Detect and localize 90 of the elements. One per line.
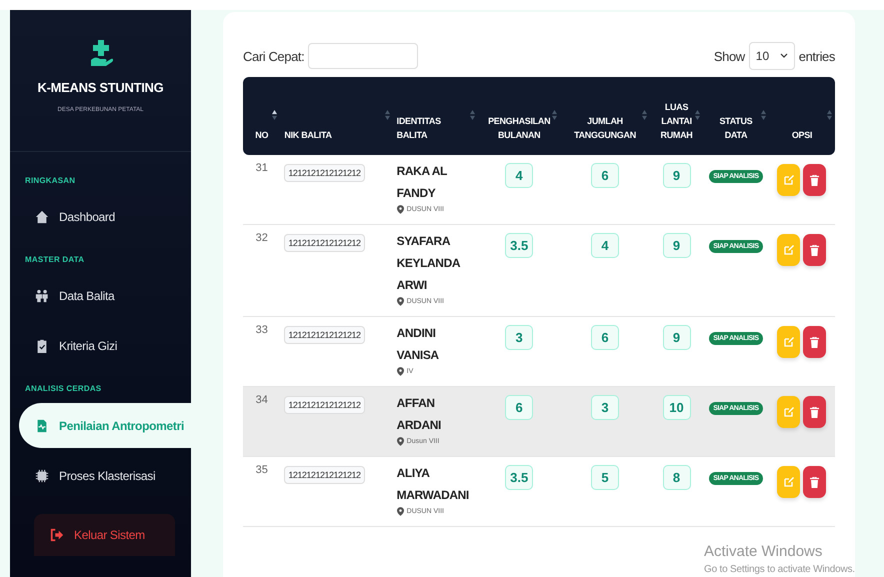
chip-icon: [35, 469, 49, 483]
trash-icon: [810, 336, 820, 348]
delete-button[interactable]: [803, 234, 826, 266]
value-badge: 9: [662, 233, 691, 258]
value-badge: 6: [591, 163, 619, 188]
row-number: 32: [254, 232, 269, 244]
edit-icon: [784, 477, 794, 487]
sort-icon: [760, 110, 766, 120]
trash-icon: [810, 244, 820, 256]
delete-button[interactable]: [803, 164, 826, 196]
location-pin-icon: [396, 367, 404, 376]
search-field[interactable]: [308, 43, 418, 69]
nik-badge: 1212121212121212: [284, 466, 364, 484]
sort-icon: [470, 110, 476, 120]
home-icon: [35, 210, 49, 224]
column-header[interactable]: JUMLAH TANGGUNGAN: [560, 77, 650, 155]
value-badge: 3.5: [505, 233, 534, 258]
app-title: K-MEANS STUNTING: [38, 80, 164, 95]
hand-cross-icon: [88, 40, 112, 68]
value-badge: 3.5: [505, 465, 534, 490]
edit-icon: [784, 245, 794, 255]
nik-badge: 1212121212121212: [284, 164, 364, 182]
nik-badge: 1212121212121212: [284, 234, 364, 252]
section-heading: RINGKASAN: [24, 176, 76, 185]
column-header[interactable]: PENGHASILAN BULANAN: [478, 77, 560, 155]
value-badge: 8: [662, 465, 691, 490]
value-badge: 3: [591, 395, 619, 420]
edit-icon: [784, 407, 794, 417]
people-icon: [35, 289, 49, 303]
column-header[interactable]: STATUS DATA: [702, 77, 769, 155]
location-pin-icon: [396, 297, 404, 306]
show-label: Show: [714, 48, 745, 64]
entries-select[interactable]: 10: [748, 42, 795, 70]
column-header[interactable]: NIK BALITA: [280, 77, 393, 155]
nav-item[interactable]: Data Balita: [10, 284, 191, 308]
sort-icon: [642, 110, 648, 120]
trash-icon: [810, 406, 820, 418]
activation-notice-title: Activate Windows: [704, 543, 824, 560]
edit-icon: [784, 337, 794, 347]
row-number: 34: [254, 394, 269, 406]
column-header[interactable]: IDENTITAS BALITA: [392, 77, 478, 155]
chevron-down-icon: [780, 53, 788, 59]
nav-item[interactable]: Dashboard: [10, 205, 191, 229]
column-header[interactable]: OPSI: [768, 77, 835, 155]
sort-icon: [552, 110, 557, 120]
entries-label: entries: [798, 48, 835, 64]
delete-button[interactable]: [803, 326, 826, 358]
logout-button[interactable]: Keluar Sistem: [34, 514, 175, 556]
delete-button[interactable]: [803, 466, 826, 498]
nav-item[interactable]: Kriteria Gizi: [10, 334, 191, 358]
location-pin-icon: [396, 507, 404, 516]
section-heading: MASTER DATA: [24, 255, 86, 264]
sort-icon: [827, 110, 832, 120]
file-icon: [35, 418, 49, 432]
value-badge: 6: [591, 325, 619, 350]
child-name: RAKA AL FANDY: [396, 163, 448, 202]
logout-icon: [50, 528, 64, 542]
sort-icon: [384, 110, 390, 120]
column-header[interactable]: LUAS LANTAI RUMAH: [650, 77, 703, 155]
column-header[interactable]: NO: [243, 77, 280, 155]
nav-item[interactable]: Proses Klasterisasi: [10, 464, 191, 488]
trash-icon: [810, 174, 820, 186]
sort-icon: [272, 110, 278, 120]
edit-icon: [784, 175, 794, 185]
value-badge: 3: [505, 325, 534, 350]
value-badge: 4: [505, 163, 534, 188]
sort-icon: [694, 110, 700, 120]
child-name: ANDINI VANISA: [396, 325, 440, 364]
value-badge: 9: [662, 163, 691, 188]
value-badge: 9: [662, 325, 691, 350]
nik-badge: 1212121212121212: [284, 326, 364, 344]
search-label: Cari Cepat:: [243, 48, 304, 64]
value-badge: 4: [591, 233, 619, 258]
section-heading: ANALISIS CERDAS: [24, 384, 102, 393]
row-number: 33: [254, 324, 269, 336]
clipboard-icon: [35, 339, 49, 353]
child-name: ALIYA MARWADANI: [396, 465, 470, 504]
delete-button[interactable]: [803, 396, 826, 428]
nik-badge: 1212121212121212: [284, 396, 364, 414]
value-badge: 6: [505, 395, 534, 420]
trash-icon: [810, 476, 820, 488]
row-number: 31: [254, 162, 269, 174]
location-pin-icon: [396, 437, 404, 446]
row-number: 35: [254, 464, 269, 476]
child-name: AFFAN ARDANI: [396, 395, 442, 434]
value-badge: 10: [662, 395, 691, 420]
activation-notice-text: Go to Settings to activate Windows.: [704, 564, 855, 575]
value-badge: 5: [591, 465, 619, 490]
child-name: SYAFARA KEYLANDA ARWI: [396, 233, 462, 294]
location-pin-icon: [396, 205, 404, 214]
